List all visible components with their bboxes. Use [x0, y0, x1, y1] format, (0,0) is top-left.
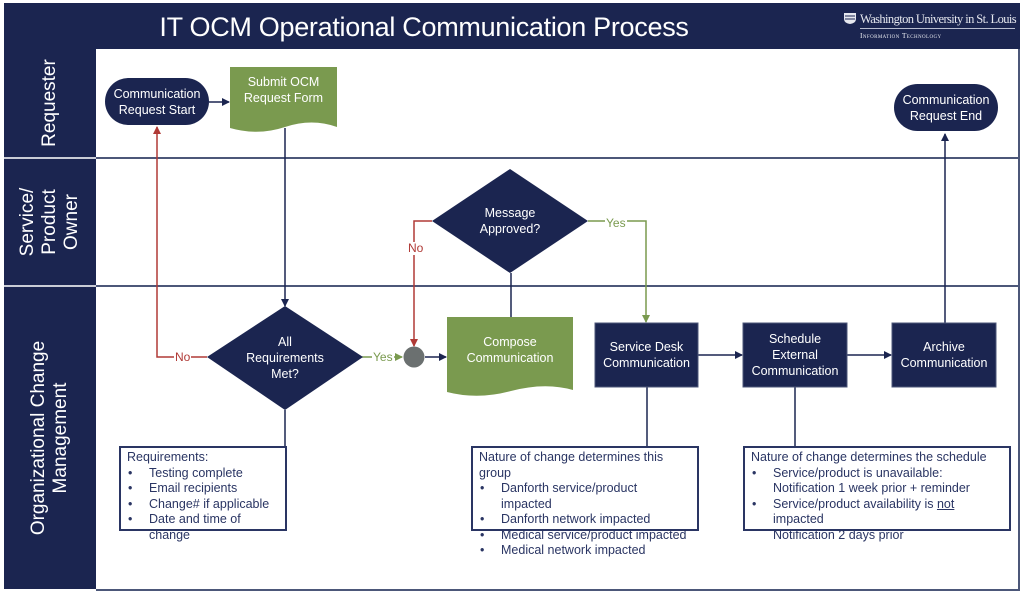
node-archive-label: Archive Communication — [900, 340, 988, 370]
group-note: Nature of change determines this group D… — [471, 446, 699, 558]
edge-label-approved-no: No — [407, 241, 425, 255]
node-start-label: Communication Request Start — [113, 86, 201, 117]
schedule-note-heading: Nature of change determines the schedule — [751, 450, 987, 464]
node-schedule-label: Schedule External Communication — [751, 332, 839, 378]
group-item: Medical service/product impacted — [479, 528, 691, 544]
edge-label-requirements-yes: Yes — [372, 350, 394, 364]
schedule-item-emphasis: not — [936, 496, 955, 511]
schedule-item: Service/product is unavailable: Notifica… — [751, 466, 1003, 497]
requirements-item: Change# if applicable — [127, 497, 279, 513]
schedule-item-line: Service/product availability is not impa… — [773, 497, 1003, 528]
requirements-item: Date and time of change — [127, 512, 279, 543]
schedule-item-text: impacted — [773, 512, 824, 526]
edge-label-approved-yes: Yes — [605, 216, 627, 230]
schedule-item-line: Notification 2 days prior — [773, 527, 904, 542]
requirements-item: Testing complete — [127, 466, 279, 482]
group-note-heading: Nature of change determines this group — [479, 450, 664, 480]
requirements-item: Email recipients — [127, 481, 279, 497]
edge-approved-no — [410, 220, 432, 347]
group-item: Danforth network impacted — [479, 512, 691, 528]
node-submit-label: Submit OCM Request Form — [243, 75, 324, 105]
schedule-item-line: Service/product is unavailable: — [773, 465, 943, 480]
node-approval-label: Message Approved? — [479, 206, 541, 236]
requirements-note-heading: Requirements: — [127, 450, 209, 464]
schedule-item-line: Notification 1 week prior + reminder — [773, 481, 970, 495]
node-servicedesk-label: Service Desk Communication — [603, 340, 690, 370]
merge-connector — [403, 346, 425, 368]
edge-approved-yes — [588, 220, 650, 323]
node-compose-label: Compose Communication — [466, 335, 554, 365]
schedule-item-text: Service/product availability is — [773, 496, 937, 511]
node-end-label: Communication Request End — [902, 92, 990, 123]
group-item: Danforth service/product impacted — [479, 481, 691, 512]
node-requirements-label: All Requirements Met? — [246, 335, 324, 381]
schedule-item: Service/product availability is not impa… — [751, 497, 1003, 544]
flowchart-canvas: IT OCM Operational Communication Process… — [0, 0, 1024, 593]
requirements-note: Requirements: Testing complete Email rec… — [119, 446, 287, 542]
group-item: Medical network impacted — [479, 543, 691, 559]
edge-requirements-no — [153, 126, 207, 358]
schedule-note: Nature of change determines the schedule… — [743, 446, 1011, 542]
edge-label-requirements-no: No — [174, 350, 192, 364]
